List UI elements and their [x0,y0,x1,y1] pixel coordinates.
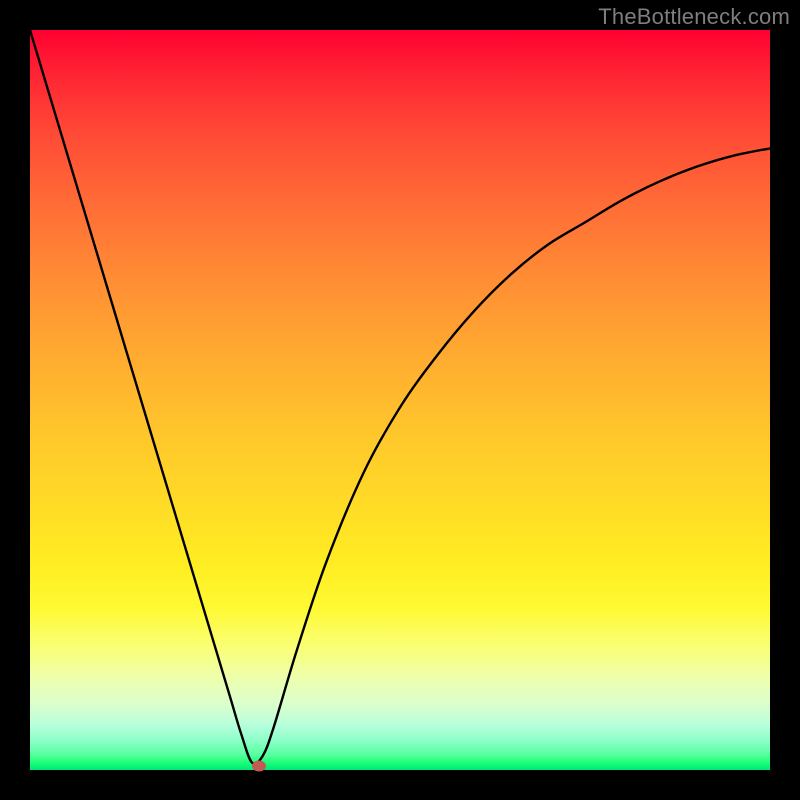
minimum-marker-dot [252,760,266,771]
watermark-text: TheBottleneck.com [598,4,790,30]
curve-svg [30,30,770,770]
chart-plot-area [30,30,770,770]
bottleneck-curve [30,30,770,764]
